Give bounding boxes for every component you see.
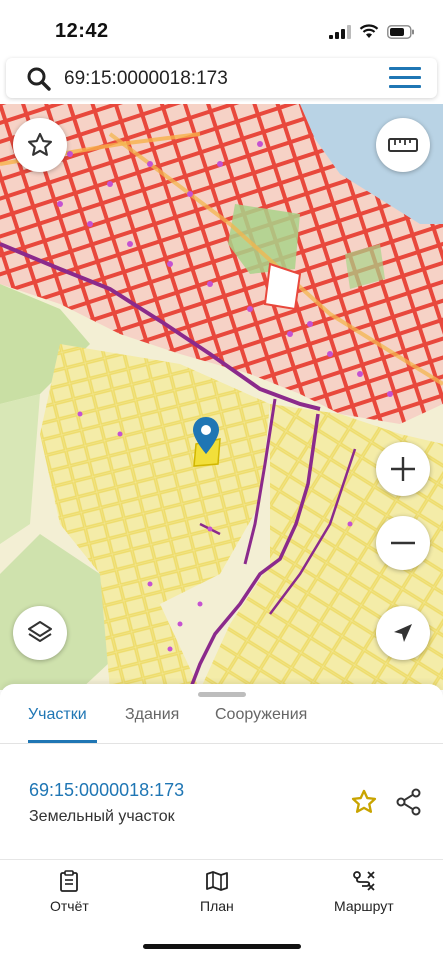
- bottom-sheet: Участки Здания Сооружения 69:15:0000018:…: [0, 684, 443, 960]
- home-indicator: [143, 944, 301, 949]
- favorite-map-button[interactable]: [13, 118, 67, 172]
- tab-structures[interactable]: Сооружения: [215, 706, 307, 724]
- cellular-signal-icon: [329, 24, 351, 39]
- share-icon[interactable]: [395, 788, 423, 816]
- nav-report[interactable]: Отчёт: [50, 870, 89, 914]
- layers-icon: [28, 621, 52, 642]
- menu-icon[interactable]: [389, 67, 421, 89]
- search-input[interactable]: [64, 64, 364, 94]
- star-icon: [27, 132, 53, 156]
- route-icon: [352, 871, 375, 891]
- nav-route[interactable]: Маршрут: [334, 870, 394, 914]
- status-time: 12:42: [55, 20, 109, 42]
- tab-plots[interactable]: Участки: [28, 706, 87, 724]
- favorite-star-icon[interactable]: [350, 788, 378, 816]
- minus-icon: [391, 541, 415, 545]
- nav-plan[interactable]: План: [200, 870, 234, 914]
- result-type: Земельный участок: [29, 808, 175, 825]
- zoom-in-button[interactable]: [376, 442, 430, 496]
- ruler-icon: [388, 138, 418, 152]
- report-icon: [60, 870, 79, 892]
- result-cadastral-number[interactable]: 69:15:0000018:173: [29, 780, 184, 801]
- wifi-icon: [359, 24, 379, 38]
- nav-route-label: Маршрут: [334, 898, 394, 914]
- battery-icon: [387, 24, 414, 39]
- plus-icon: [391, 457, 415, 481]
- map-canvas[interactable]: [0, 104, 443, 690]
- bottom-nav: Отчёт План Маршрут: [0, 860, 443, 930]
- search-icon[interactable]: [26, 66, 52, 92]
- active-tab-indicator: [28, 740, 97, 743]
- layers-button[interactable]: [13, 606, 67, 660]
- tab-buildings[interactable]: Здания: [125, 706, 179, 724]
- sheet-grabber[interactable]: [198, 692, 246, 697]
- tab-bar: Участки Здания Сооружения: [0, 700, 443, 744]
- zoom-out-button[interactable]: [376, 516, 430, 570]
- map-plan-icon: [205, 871, 228, 891]
- nav-report-label: Отчёт: [50, 898, 89, 914]
- navigation-arrow-icon: [394, 624, 412, 642]
- ruler-button[interactable]: [376, 118, 430, 172]
- status-bar: 12:42: [0, 0, 443, 56]
- locate-button[interactable]: [376, 606, 430, 660]
- result-item[interactable]: 69:15:0000018:173 Земельный участок: [0, 744, 443, 860]
- search-bar: [6, 58, 437, 98]
- location-pin-icon: [193, 417, 219, 454]
- cadastral-map[interactable]: [0, 104, 443, 690]
- nav-plan-label: План: [200, 898, 234, 914]
- status-icons: [329, 24, 415, 39]
